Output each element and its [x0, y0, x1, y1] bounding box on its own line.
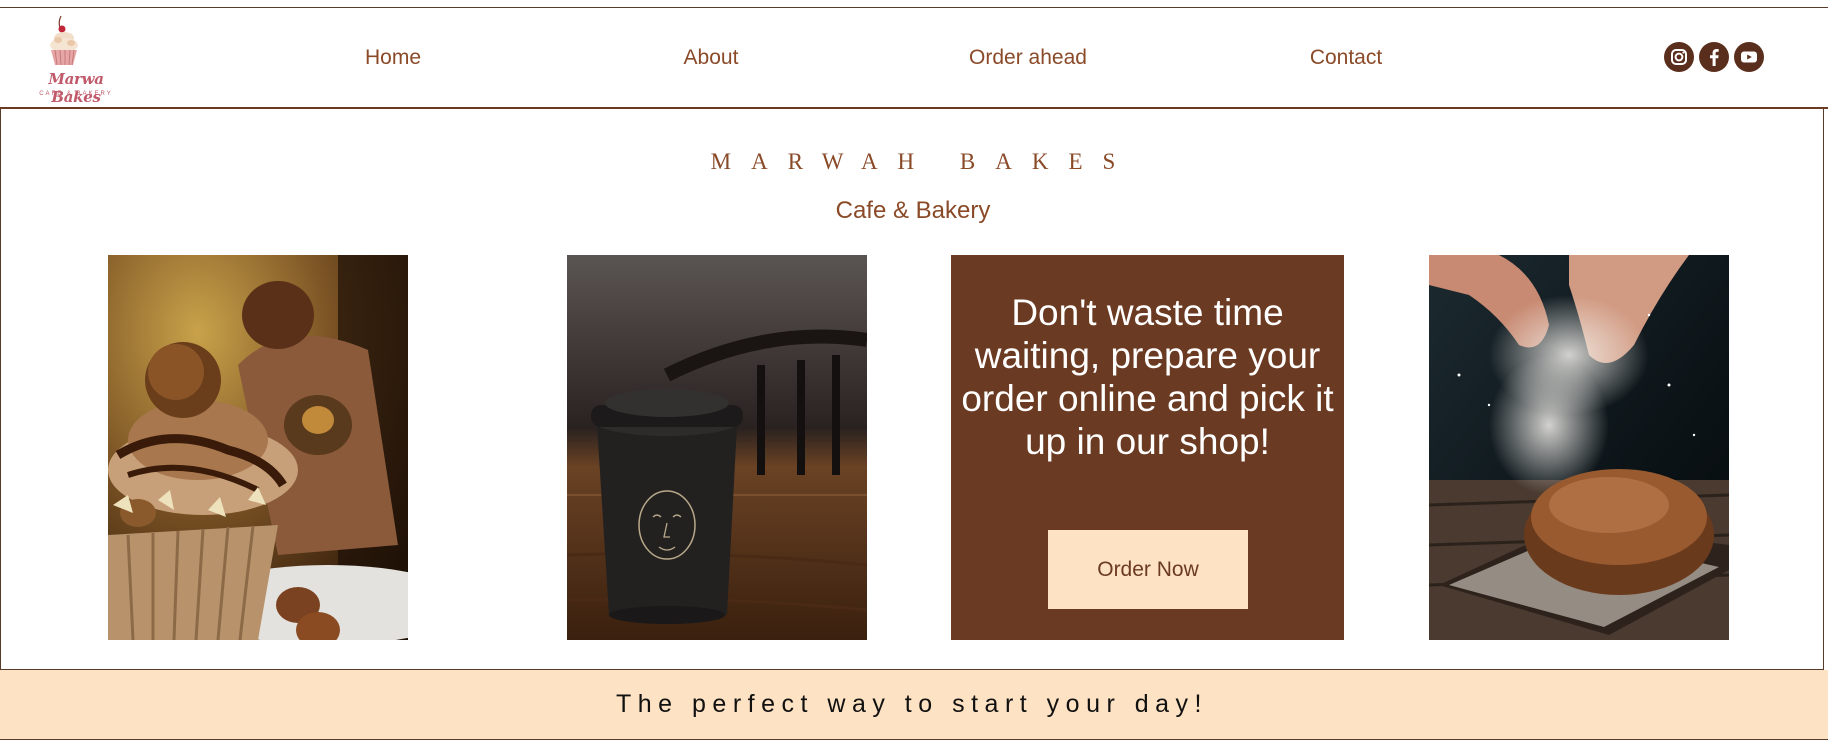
facebook-icon[interactable] — [1699, 42, 1729, 72]
hero-section: MARWAH BAKES Cafe & Bakery Don't waste t… — [0, 109, 1824, 670]
logo-tagline: CAFE & BAKERY — [39, 91, 113, 97]
banner-tagline: The perfect way to start your day! — [616, 690, 1208, 718]
order-promo-card: Don't waste time waiting, prepare your o… — [951, 255, 1344, 640]
tagline-banner: The perfect way to start your day! — [0, 670, 1828, 740]
order-now-button[interactable]: Order Now — [1048, 530, 1248, 609]
logo-wordmark: Marwa Bakes — [48, 70, 104, 106]
brand-title: MARWAH BAKES — [710, 149, 1136, 174]
nav-link-about[interactable]: About — [684, 46, 739, 70]
site-header: Marwa Bakes CAFE & BAKERY Home About Ord… — [0, 7, 1828, 109]
instagram-icon[interactable] — [1664, 42, 1694, 72]
coffee-cup-photo — [567, 255, 867, 640]
site-logo[interactable]: Marwa Bakes CAFE & BAKERY — [24, 12, 128, 106]
nav-link-order-ahead[interactable]: Order ahead — [969, 46, 1087, 70]
nav-link-contact[interactable]: Contact — [1310, 46, 1382, 70]
bread-flour-photo — [1429, 255, 1729, 640]
youtube-icon[interactable] — [1734, 42, 1764, 72]
chocolate-cupcake-photo — [108, 255, 408, 640]
nav-link-home[interactable]: Home — [365, 46, 421, 70]
promo-text: Don't waste time waiting, prepare your o… — [961, 292, 1334, 462]
page: Marwa Bakes CAFE & BAKERY Home About Ord… — [0, 0, 1828, 752]
brand-subtitle: Cafe & Bakery — [835, 197, 991, 224]
